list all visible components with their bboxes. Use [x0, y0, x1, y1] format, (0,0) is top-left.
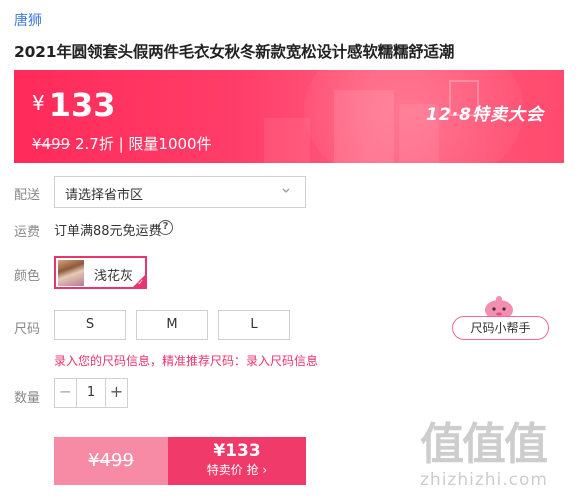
original-price: ¥499	[32, 135, 71, 153]
discount-info: 2.7折 | 限量1000件	[74, 135, 212, 153]
color-thumbnail	[58, 260, 84, 286]
color-label: 颜色	[14, 269, 41, 284]
product-title: 2021年圆领套头假两件毛衣女秋冬新款宽松设计感软糯糯舒适潮	[14, 43, 455, 61]
watermark-logo: 值值值	[420, 419, 548, 470]
buy-now-button[interactable]: ¥133 特卖价 抢 ›	[168, 437, 306, 485]
sale-price: ¥133	[32, 86, 116, 124]
product-page: 唐狮 2021年圆领套头假两件毛衣女秋冬新款宽松设计感软糯糯舒适潮 ¥133 ¥…	[0, 0, 578, 503]
shipping-fee-label: 运费	[14, 225, 41, 240]
quantity-label: 数量	[14, 391, 41, 406]
chevron-down-icon	[282, 188, 290, 193]
size-label: 尺码	[14, 322, 41, 337]
size-tip-text: 录入您的尺码信息，精准推荐尺码：	[54, 354, 247, 368]
original-price-button[interactable]: ¥499	[54, 437, 168, 485]
banner-building-decoration	[334, 90, 394, 163]
size-option-m[interactable]: M	[136, 310, 208, 340]
quantity-minus-button[interactable]: −	[55, 379, 77, 407]
price-details: ¥499 2.7折 | 限量1000件	[32, 133, 212, 154]
size-option-l[interactable]: L	[218, 310, 290, 340]
watermark-url: zhizhizhi.com	[420, 470, 548, 490]
size-option-s[interactable]: S	[54, 310, 126, 340]
buy-action-label: 特卖价 抢 ›	[206, 463, 268, 477]
currency-symbol: ¥	[32, 91, 45, 115]
color-option-selected[interactable]: 浅花灰 ✓	[54, 256, 147, 289]
sale-price-value: 133	[48, 86, 116, 124]
check-icon: ✓	[137, 278, 144, 287]
brand-link[interactable]: 唐狮	[14, 10, 42, 30]
size-entry-link[interactable]: 录入尺码信息	[246, 354, 318, 368]
help-icon[interactable]: ?	[158, 220, 173, 235]
shipping-fee-text: 订单满88元免运费	[54, 224, 162, 239]
region-select-value: 请选择省市区	[65, 188, 144, 203]
buy-button-group: ¥499 ¥133 特卖价 抢 ›	[54, 437, 306, 485]
event-logo: 12·8特卖大会	[426, 105, 544, 125]
site-watermark: 值值值 zhizhizhi.com	[420, 419, 570, 491]
color-option-name: 浅花灰	[94, 269, 134, 284]
quantity-stepper: − 1 +	[54, 378, 128, 408]
price-banner: ¥133 ¥499 2.7折 | 限量1000件 12·8特卖大会	[14, 70, 564, 163]
quantity-value[interactable]: 1	[77, 379, 105, 407]
buy-price: ¥133	[213, 441, 261, 461]
original-price-text: ¥499	[88, 450, 134, 471]
banner-building-decoration	[264, 118, 310, 163]
shipping-label: 配送	[14, 188, 41, 203]
size-tip: 录入您的尺码信息，精准推荐尺码：录入尺码信息	[54, 352, 318, 369]
size-helper-button[interactable]: 尺码小帮手	[452, 316, 549, 340]
region-select[interactable]: 请选择省市区	[54, 176, 306, 208]
quantity-plus-button[interactable]: +	[105, 379, 127, 407]
